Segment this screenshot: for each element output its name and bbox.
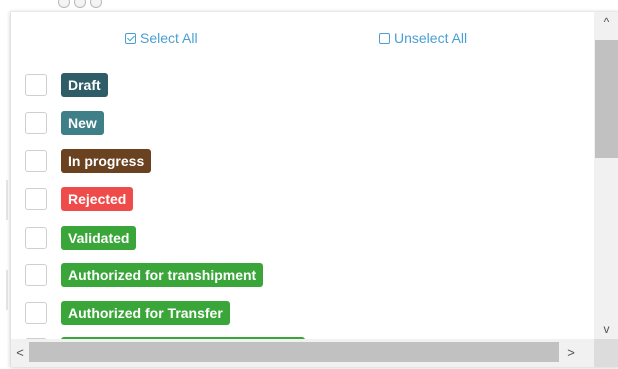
- status-checkbox[interactable]: [25, 227, 47, 249]
- status-option-authorized-for-transfer[interactable]: Authorized for Transfer: [25, 300, 230, 326]
- select-all-label: Select All: [140, 30, 198, 46]
- status-option-rejected[interactable]: Rejected: [25, 186, 134, 212]
- checked-box-icon: [125, 32, 136, 44]
- unselect-all-label: Unselect All: [394, 30, 468, 46]
- scroll-down-arrow-icon[interactable]: v: [594, 319, 618, 339]
- dropdown-options-viewport: Select All Unselect All Draft New In pro…: [11, 12, 594, 339]
- vertical-scroll-thumb[interactable]: [595, 40, 618, 158]
- status-checkbox[interactable]: [25, 264, 47, 286]
- background-dot: [58, 0, 70, 8]
- status-tag: Authorized for Transfer: [61, 301, 230, 325]
- status-checkbox[interactable]: [25, 150, 47, 172]
- status-option-in-progress[interactable]: In progress: [25, 148, 152, 174]
- select-all-button[interactable]: Select All: [125, 30, 198, 46]
- horizontal-scrollbar[interactable]: < >: [11, 339, 594, 367]
- status-tag: In progress: [61, 149, 152, 173]
- status-tag: Rejected: [61, 187, 134, 211]
- status-checkbox[interactable]: [25, 74, 47, 96]
- status-checkbox[interactable]: [25, 112, 47, 134]
- scroll-right-arrow-icon[interactable]: >: [562, 343, 580, 363]
- background-divider: [6, 270, 8, 310]
- status-checkbox[interactable]: [25, 302, 47, 324]
- background-pagination-dots: [58, 0, 128, 10]
- status-tag: Validated: [61, 226, 137, 250]
- status-checkbox[interactable]: [25, 188, 47, 210]
- status-option-authorized-for-transhipment[interactable]: Authorized for transhipment: [25, 262, 264, 288]
- vertical-scrollbar[interactable]: ^ v: [594, 12, 618, 339]
- scrollbar-corner: [594, 339, 618, 367]
- scroll-up-arrow-icon[interactable]: ^: [594, 12, 618, 32]
- select-actions-row: Select All Unselect All: [11, 30, 594, 52]
- status-tag: Authorized for transhipment: [61, 263, 264, 287]
- status-option-new[interactable]: New: [25, 110, 104, 136]
- scroll-left-arrow-icon[interactable]: <: [11, 343, 29, 363]
- status-tag: Draft: [61, 73, 108, 97]
- background-dot: [74, 0, 86, 8]
- status-option-validated[interactable]: Validated: [25, 225, 137, 251]
- background-divider: [6, 180, 8, 220]
- status-option-draft[interactable]: Draft: [25, 72, 108, 98]
- horizontal-scroll-thumb[interactable]: [29, 342, 559, 362]
- background-dot: [90, 0, 102, 8]
- unselect-all-button[interactable]: Unselect All: [379, 30, 467, 46]
- status-tag: New: [61, 111, 104, 135]
- status-filter-dropdown: Select All Unselect All Draft New In pro…: [10, 11, 618, 367]
- empty-box-icon: [379, 32, 390, 44]
